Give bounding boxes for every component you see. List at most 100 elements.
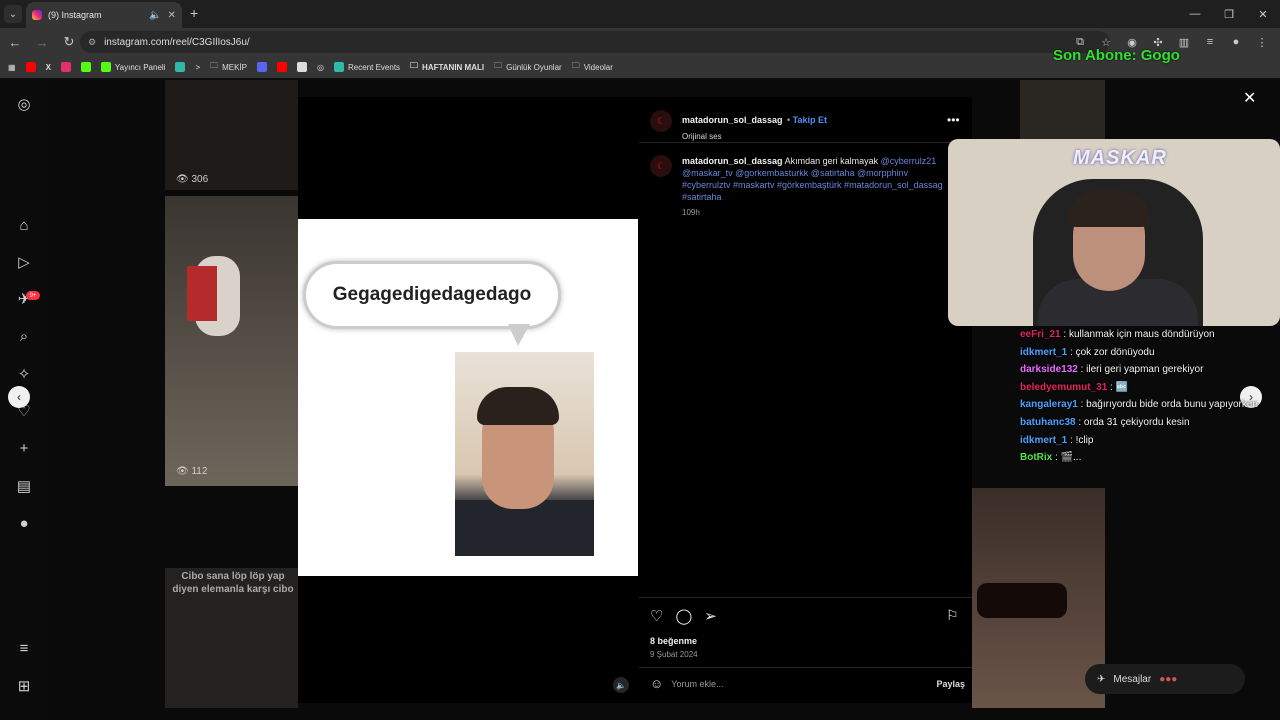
chat-username[interactable]: idkmert_1 xyxy=(1020,347,1067,358)
profile-icon[interactable]: ● xyxy=(1226,32,1246,52)
more-menu-icon[interactable]: ≡ xyxy=(14,638,34,658)
dashboard-icon[interactable]: ▤ xyxy=(14,476,34,496)
bookmark-icon[interactable]: ⚐ xyxy=(946,607,959,624)
home-icon[interactable]: ⌂ xyxy=(14,215,34,235)
bookmark-youtube[interactable] xyxy=(25,62,36,72)
mute-icon[interactable]: 🔈 xyxy=(613,677,629,693)
chat-message: BotRix : 🎬... xyxy=(1020,449,1280,467)
tab-search-button[interactable]: ⌄ xyxy=(4,5,22,23)
follow-button[interactable]: Takip Et xyxy=(793,115,827,125)
chat-username[interactable]: batuhanc38 xyxy=(1020,417,1076,428)
divider xyxy=(639,142,972,143)
bookmark-instagram[interactable] xyxy=(60,62,71,72)
chat-username[interactable]: darkside132 xyxy=(1020,364,1078,375)
bookmark-image[interactable] xyxy=(297,62,308,72)
post-time: 109h xyxy=(682,208,700,217)
close-window-button[interactable]: ✕ xyxy=(1246,0,1280,28)
message-avatars: ●●● xyxy=(1159,673,1178,685)
messages-icon: ✈ xyxy=(1097,673,1106,685)
menu-icon[interactable]: ⋮ xyxy=(1252,32,1272,52)
create-icon[interactable]: + xyxy=(14,438,34,458)
minimize-button[interactable]: — xyxy=(1178,0,1212,28)
monkey-cape xyxy=(187,266,217,321)
bookmark-mekip[interactable]: 🗀 MEKİP xyxy=(210,60,247,74)
media-icon[interactable]: ≡ xyxy=(1200,32,1220,52)
speaker-icon[interactable]: 🔈 xyxy=(149,10,161,21)
folder-icon: 🗀 xyxy=(571,61,580,70)
comment-box: ☺ Yorum ekle... Paylaş xyxy=(650,676,965,691)
explore-icon[interactable]: ✧ xyxy=(14,364,34,384)
last-subscriber-overlay: Son Abone: Gogo xyxy=(1053,47,1180,64)
window-controls: — ❐ ✕ xyxy=(1178,0,1280,28)
bookmark-discord[interactable] xyxy=(257,62,268,72)
chat-separator: : xyxy=(1107,381,1116,393)
chat-username[interactable]: eeFri_21 xyxy=(1020,329,1061,340)
grid-tile[interactable] xyxy=(1020,80,1105,140)
site-info-icon[interactable]: ⚙ xyxy=(88,37,96,48)
close-tab-icon[interactable]: ✕ xyxy=(168,10,176,21)
apps-icon[interactable]: ▦ xyxy=(8,63,16,72)
browser-tab-instagram[interactable]: (9) Instagram 🔈 ✕ xyxy=(26,2,182,28)
messages-label: Mesajlar xyxy=(1113,673,1152,685)
bookmark-youtube-2[interactable] xyxy=(277,62,288,72)
instagram-logo-icon[interactable]: ◎ xyxy=(14,94,34,114)
chat-username[interactable]: idkmert_1 xyxy=(1020,435,1067,446)
audio-label[interactable]: Orijinal ses xyxy=(682,132,827,141)
chat-separator: : xyxy=(1077,364,1087,376)
author-avatar[interactable]: ☾ xyxy=(650,110,672,132)
chat-username[interactable]: kangaleray1 xyxy=(1020,399,1078,410)
new-tab-button[interactable]: + xyxy=(190,5,198,21)
bookmark-arrow[interactable]: > xyxy=(195,63,200,72)
restore-button[interactable]: ❐ xyxy=(1212,0,1246,28)
chat-text: kullanmak için maus döndürüyon xyxy=(1068,329,1215,340)
apps-grid-icon[interactable]: ⊞ xyxy=(14,676,34,696)
chat-text: 🔤 xyxy=(1115,381,1129,393)
chat-separator: : xyxy=(1075,416,1084,428)
like-count[interactable]: 8 beğenme xyxy=(650,636,697,646)
chat-message: batuhanc38 : orda 31 çekiyordu kesin xyxy=(1020,414,1280,432)
bookmark-app[interactable] xyxy=(175,62,186,72)
view-count: 👁 306 xyxy=(176,174,209,185)
webcam-overlay: MASKAR xyxy=(948,139,1280,326)
bookmark-gunluk-oyunlar[interactable]: 🗀 Günlük Oyunlar xyxy=(494,60,562,74)
bookmark-x[interactable]: X xyxy=(46,63,51,72)
chat-text: ileri geri yapman gerekiyor xyxy=(1086,364,1204,376)
share-icon[interactable]: ➢ xyxy=(704,607,717,625)
chat-message: darkside132 : ileri geri yapman gerekiyo… xyxy=(1020,361,1280,379)
like-icon[interactable]: ♡ xyxy=(650,607,663,625)
comment-icon[interactable]: ◯ xyxy=(675,607,692,625)
grid-tile-monkey[interactable] xyxy=(165,196,298,486)
reels-icon[interactable]: ▷ xyxy=(14,252,34,272)
chat-username[interactable]: beledyemumut_31 xyxy=(1020,382,1107,393)
forward-button[interactable]: → xyxy=(30,35,54,50)
previous-post-button[interactable]: ‹ xyxy=(8,386,30,408)
grid-tile-cibo[interactable]: Cibo sana löp löp yap diyen elemanla kar… xyxy=(165,568,298,708)
address-bar[interactable]: ⚙ instagram.com/reel/C3GIlIosJ6u/ xyxy=(80,31,1110,53)
caption-avatar[interactable]: ☾ xyxy=(650,155,672,177)
bookmark-videolar[interactable]: 🗀 Videolar xyxy=(572,60,613,74)
comment-input[interactable]: Yorum ekle... xyxy=(671,679,723,689)
chat-message: idkmert_1 : çok zor dönüyodu xyxy=(1020,344,1280,362)
messages-button[interactable]: ✈ Mesajlar ●●● xyxy=(1085,664,1245,694)
divider xyxy=(639,667,972,668)
caption-username[interactable]: matadorun_sol_dassag xyxy=(682,156,783,166)
folder-icon: 🗀 xyxy=(494,61,503,70)
bookmark-haftanin-mali[interactable]: 🗀 HAFTANIN MALI xyxy=(410,60,484,74)
bookmark-kick[interactable] xyxy=(80,62,91,72)
emoji-icon[interactable]: ☺ xyxy=(650,676,663,691)
chat-text: çok zor dönüyodu xyxy=(1075,346,1155,358)
bookmark-globe[interactable]: ◎ xyxy=(317,63,324,72)
profile-avatar-icon[interactable]: ● xyxy=(14,513,34,533)
search-icon[interactable]: ⌕ xyxy=(14,326,34,346)
more-options-icon[interactable]: ••• xyxy=(947,113,960,127)
back-button[interactable]: ← xyxy=(3,35,27,50)
author-username[interactable]: matadorun_sol_dassag xyxy=(682,115,783,125)
bookmark-yayinci-paneli[interactable]: Yayıncı Paneli xyxy=(100,62,165,72)
reload-button[interactable]: ↻ xyxy=(57,34,81,50)
chat-separator: : xyxy=(1067,434,1076,446)
close-modal-icon[interactable]: ✕ xyxy=(1243,88,1256,108)
bookmark-recent-events[interactable]: Recent Events xyxy=(334,62,400,72)
chat-username[interactable]: BotRix xyxy=(1020,452,1052,463)
post-date: 9 Şubat 2024 xyxy=(650,650,698,659)
post-comment-button[interactable]: Paylaş xyxy=(936,679,965,689)
